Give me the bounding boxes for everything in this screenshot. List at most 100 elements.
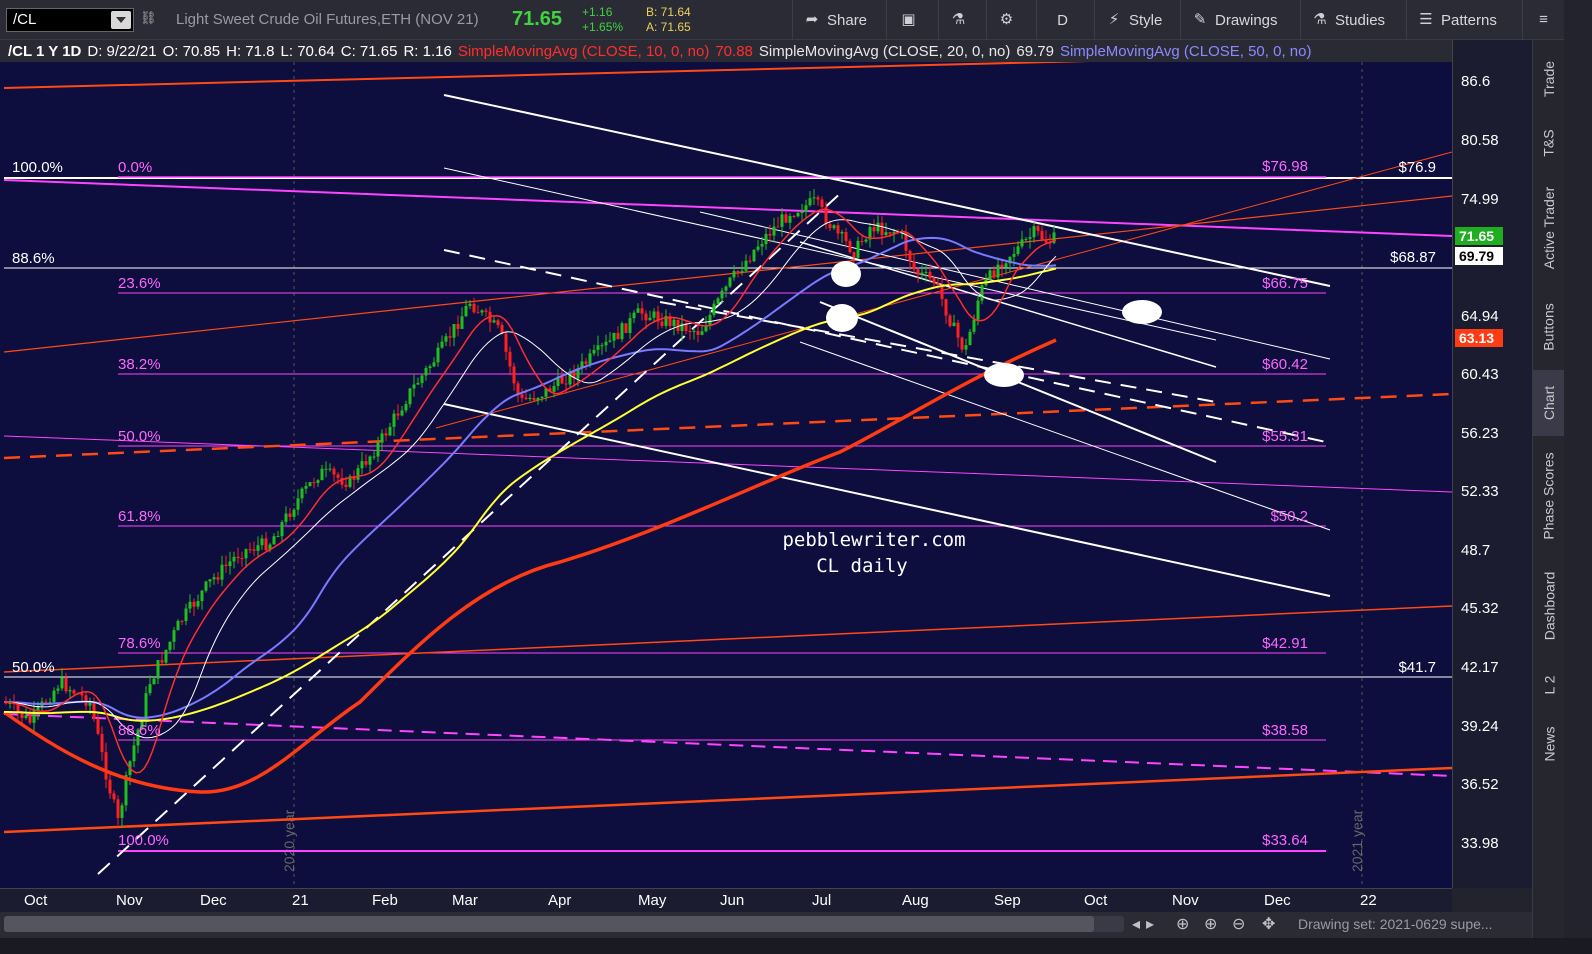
candle-body [860,241,864,242]
candle-body [924,271,928,273]
candle-body [636,308,640,313]
orange-trendline-bottom [3,766,1452,834]
candle-body [104,752,108,780]
candle-body [284,513,288,522]
settings-button[interactable]: ⚙ [986,0,1026,40]
style-button[interactable]: ⚡ Style [1094,0,1174,40]
menu-button[interactable]: ≡ [1522,0,1564,40]
candle-body [60,677,64,689]
candle-body [68,690,72,692]
drawings-button[interactable]: ✎ Drawings [1180,0,1296,40]
flask-button[interactable]: ⚗ [938,0,978,40]
price-tick: 86.6 [1461,73,1491,90]
menu-icon: ≡ [1539,11,1548,28]
pan-icon[interactable]: ✥ [1262,914,1275,934]
tab-level-2[interactable]: L 2 [1533,660,1565,710]
symbol-input[interactable]: /CL [6,8,134,32]
candle-body [912,261,916,270]
candle-body [884,232,888,235]
instrument-description: Light Sweet Crude Oil Futures,ETH (NOV 2… [176,11,479,28]
tab-time-and-sales[interactable]: T&S [1533,118,1565,168]
candle-body [244,549,248,559]
tab-dashboard[interactable]: Dashboard [1533,556,1565,656]
candle-body [456,324,460,329]
candle-body [736,271,740,272]
candle-body [448,336,452,338]
candle-body [604,341,608,346]
crosshair-icon[interactable]: ⊕ [1176,914,1189,934]
candle-body [468,303,472,306]
horizontal-scrollbar[interactable] [4,916,1124,932]
sma200-price-tag: 63.13 [1455,329,1503,347]
candle-body [120,805,124,818]
tab-active-trader[interactable]: Active Trader [1533,172,1565,284]
tab-trade[interactable]: Trade [1533,44,1565,114]
style-icon: ⚡ [1108,11,1120,28]
studies-button[interactable]: ⚗ Studies [1300,0,1400,40]
candle-body [400,410,404,416]
candle-body [112,793,116,800]
price-chart[interactable]: 2020 year 2021 year 100.0% 0.0% 88.6% 23… [0,62,1452,888]
chart-bottom-bar: ◂ ▸ ⊕ ⊕ ⊖ ✥ Drawing set: 2021-0629 supe.… [0,912,1532,938]
tab-chart[interactable]: Chart [1533,370,1565,436]
candle-body [108,779,112,794]
link-icon[interactable]: ⛓ [140,10,157,30]
bid-price: B: 71.64 [646,5,691,19]
fib-price-5531: $55.31 [1262,428,1308,445]
candle-body [612,332,616,341]
sma10-value: 70.88 [715,42,753,60]
fib-label-100: 100.0% [12,159,63,176]
candle-body [948,315,952,327]
fib-left-labels: 100.0% 0.0% 88.6% 23.6% 38.2% 50.0% 61.8… [12,159,169,849]
candle-body [356,468,360,480]
time-tick: Oct [24,892,48,909]
net-change: +1.16 +1.65% [582,5,623,35]
candle-body [316,480,320,483]
symbol-dropdown-button[interactable] [111,11,131,29]
tab-phase-scores[interactable]: Phase Scores [1533,440,1565,552]
scroll-left-icon[interactable]: ◂ [1132,914,1140,934]
timeframe-button[interactable]: D [1036,0,1088,40]
candle-body [320,468,324,481]
candle-body [980,285,984,301]
candle-body [52,690,56,703]
candle-body [652,311,656,318]
candle-body [204,581,208,591]
candle-body [640,308,644,314]
candle-body [1004,263,1008,268]
time-axis[interactable]: Oct Nov Dec 21 Feb Mar Apr May Jun Jul A… [0,888,1452,912]
zoom-in-icon[interactable]: ⊕ [1204,914,1217,934]
candle-body [1040,230,1044,240]
scrollbar-thumb[interactable] [4,916,1094,932]
status-footer [0,938,1592,954]
candle-body [1020,239,1024,247]
sma-10-line [3,208,1057,774]
candle-body [452,324,456,338]
candle-body [432,362,436,367]
candle-body [532,397,536,401]
candle-body [236,556,240,558]
zoom-out-icon[interactable]: ⊖ [1232,914,1245,934]
drawing-set-selector[interactable]: Drawing set: 2021-0629 supe... [1298,916,1493,932]
sma20-label[interactable]: SimpleMovingAvg (CLOSE, 20, 0, no) [759,43,1011,60]
chart-canvas[interactable]: 2020 year 2021 year 100.0% 0.0% 88.6% 23… [0,62,1452,888]
share-button[interactable]: ➦ Share [792,0,878,40]
candle-body [528,397,532,399]
scroll-right-icon[interactable]: ▸ [1146,914,1154,934]
candle-body [564,383,568,385]
bar-date: D: 9/22/21 [87,42,157,60]
change-abs: +1.16 [582,5,613,19]
sma10-label[interactable]: SimpleMovingAvg (CLOSE, 10, 0, no) [458,43,710,60]
candle-body [648,317,652,321]
patterns-button[interactable]: ☰ Patterns [1406,0,1516,40]
chart-sharing-button[interactable]: ▣ [886,0,930,40]
price-axis[interactable]: 86.6 80.58 74.99 64.94 60.43 56.23 52.33… [1452,40,1532,888]
candle-body [396,413,400,416]
share-icon: ➦ [805,11,819,28]
time-tick: Apr [548,892,572,909]
time-tick: Feb [372,892,398,909]
tab-buttons[interactable]: Buttons [1533,288,1565,366]
candle-body [584,361,588,364]
tab-news[interactable]: News [1533,714,1565,774]
sma50-label[interactable]: SimpleMovingAvg (CLOSE, 50, 0, no) [1060,43,1312,60]
